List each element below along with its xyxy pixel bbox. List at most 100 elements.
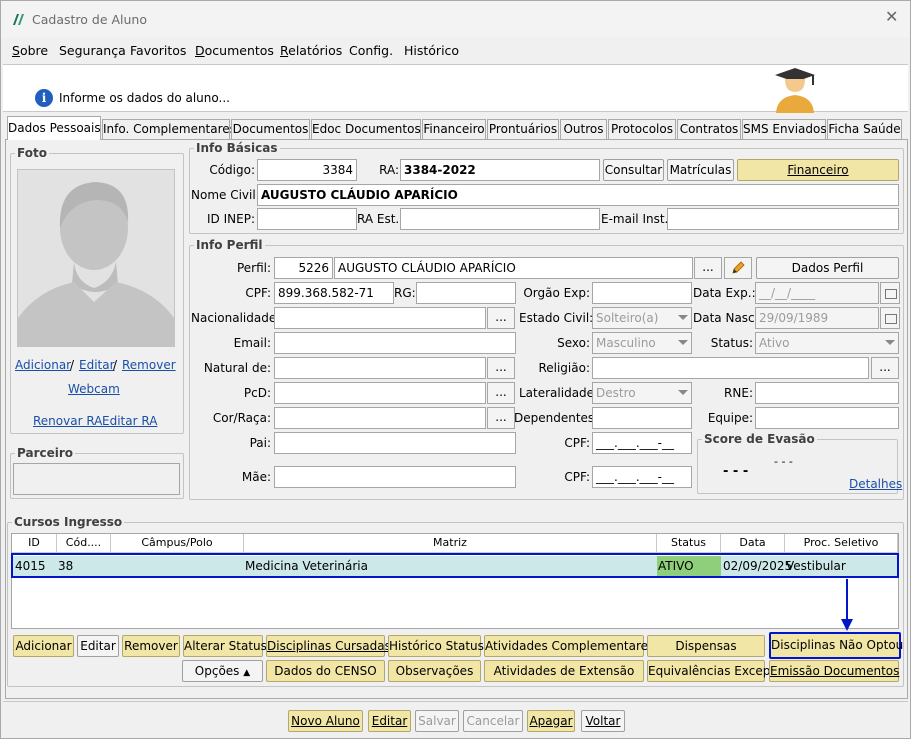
cor-raca-lookup-button[interactable]: ... [487,407,515,429]
tab-sms-enviados[interactable]: SMS Enviados [742,119,827,139]
religiao-lookup-button[interactable]: ... [871,357,899,379]
emissao-documentos-button[interactable]: Emissão Documentos [769,660,899,682]
disciplinas-nao-optou-button[interactable]: Disciplinas Não Optou [769,632,903,659]
status-select[interactable]: Ativo [755,332,899,354]
rg-field[interactable] [416,282,516,304]
tab-dados-pessoais[interactable]: Dados Pessoais [7,116,101,140]
data-exp-field[interactable]: __/__/____ [755,282,879,304]
voltar-button[interactable]: Voltar [581,710,625,732]
nacionalidade-lookup-button[interactable]: ... [487,307,515,329]
tab-ficha-saude[interactable]: Ficha Saúde [827,119,902,139]
curso-remover-button[interactable]: Remover [122,635,180,657]
email-field[interactable] [274,332,516,354]
perfil-lookup-button[interactable]: ... [694,257,722,279]
perfil-nome-field[interactable]: AUGUSTO CLÁUDIO APARÍCIO [334,257,693,279]
nome-field[interactable]: AUGUSTO CLÁUDIO APARÍCIO [257,184,899,206]
sexo-select[interactable]: Masculino [592,332,692,354]
opcoes-button[interactable]: Opções ▲ [182,660,263,682]
perfil-edit-button[interactable] [724,257,752,279]
dispensas-button[interactable]: Dispensas [647,635,765,657]
cor-raca-field[interactable] [274,407,486,429]
foto-adicionar-link[interactable]: Adicionar [15,358,71,372]
cpf-field[interactable]: 899.368.582-71 [274,282,394,304]
religiao-field[interactable] [592,357,869,379]
dados-censo-button[interactable]: Dados do CENSO [266,660,385,682]
col-status[interactable]: Status [657,534,721,553]
editar-ra-link[interactable]: Editar RA [102,414,157,428]
nacionalidade-field[interactable] [274,307,486,329]
estado-civil-select[interactable]: Solteiro(a) [592,307,692,329]
cpf-mae-field[interactable]: ___.___.___-__ [592,466,692,488]
inep-field[interactable] [257,208,357,230]
tab-protocolos[interactable]: Protocolos [608,119,676,139]
col-matriz[interactable]: Matriz [244,534,657,553]
equipe-field[interactable] [755,407,899,429]
pcd-field[interactable] [274,382,486,404]
apagar-button[interactable]: Apagar [527,710,575,732]
financeiro-button[interactable]: Financeiro [737,159,899,181]
menu-seguranca[interactable]: Segurança [59,43,126,58]
menu-historico[interactable]: Histórico [404,43,459,58]
atividades-complementares-button[interactable]: Atividades Complementares [484,635,654,657]
parceiro-field[interactable] [13,463,180,495]
equivalencias-excep-button[interactable]: Equivalências Excep. [647,660,774,682]
tab-contratos[interactable]: Contratos [677,119,741,139]
ra-field[interactable]: 3384-2022 [400,159,600,181]
rne-field[interactable] [755,382,899,404]
salvar-button[interactable]: Salvar [415,710,459,732]
foto-remover-link[interactable]: Remover [122,358,176,372]
consultar-button[interactable]: Consultar [603,159,664,181]
email-label: Email: [233,336,271,350]
menu-relatorios[interactable]: Relatórios [280,43,342,58]
novo-aluno-button[interactable]: Novo Aluno [288,710,363,732]
email-inst-field[interactable] [667,208,899,230]
cancelar-button[interactable]: Cancelar [463,710,523,732]
pcd-lookup-button[interactable]: ... [487,382,515,404]
natural-field[interactable] [274,357,486,379]
curso-editar-button[interactable]: Editar [77,635,119,657]
mae-field[interactable] [274,466,516,488]
score-sub-value: - - - [774,455,793,468]
dados-perfil-button[interactable]: Dados Perfil [756,257,899,279]
webcam-link[interactable]: Webcam [68,382,120,396]
pai-field[interactable] [274,432,516,454]
tab-edoc-documentos[interactable]: Edoc Documentos [311,119,421,139]
col-proc-seletivo[interactable]: Proc. Seletivo [785,534,898,553]
tab-documentos[interactable]: Documentos [231,119,310,139]
orgao-field[interactable] [592,282,692,304]
col-id[interactable]: ID [12,534,57,553]
disciplinas-cursadas-button[interactable]: Disciplinas Cursadas [266,635,391,657]
renovar-ra-link[interactable]: Renovar RA [33,414,102,428]
tab-outros[interactable]: Outros [560,119,607,139]
col-data[interactable]: Data [721,534,785,553]
alterar-status-button[interactable]: Alterar Status [183,635,267,657]
editar-button[interactable]: Editar [368,710,411,732]
menu-sobre[interactable]: Sobre [12,43,48,58]
natural-lookup-button[interactable]: ... [487,357,515,379]
matriculas-button[interactable]: Matrículas [667,159,734,181]
tab-prontuarios[interactable]: Prontuários [487,119,559,139]
data-exp-calendar-icon[interactable] [880,282,900,304]
data-nasc-calendar-icon[interactable] [880,307,900,329]
perfil-id-field[interactable]: 5226 [274,257,333,279]
col-campus[interactable]: Câmpus/Polo [111,534,244,553]
col-cod[interactable]: Cód.... [57,534,111,553]
tab-info-complementares[interactable]: Info. Complementares [102,119,236,139]
tab-financeiro[interactable]: Financeiro [422,119,486,139]
menu-config[interactable]: Config. [349,43,393,58]
menu-documentos[interactable]: Documentos [195,43,274,58]
codigo-field[interactable]: 3384 [257,159,357,181]
detalhes-link[interactable]: Detalhes [849,477,902,491]
menu-favoritos[interactable]: Favoritos [130,43,186,58]
observacoes-button[interactable]: Observações [388,660,481,682]
data-nasc-field[interactable]: 29/09/1989 [755,307,879,329]
cpf-pai-field[interactable]: ___.___.___-__ [592,432,692,454]
dependentes-field[interactable] [592,407,692,429]
lateralidade-select[interactable]: Destro [592,382,692,404]
foto-editar-link[interactable]: Editar [79,358,115,372]
atividades-extensao-button[interactable]: Atividades de Extensão [484,660,644,682]
curso-adicionar-button[interactable]: Adicionar [13,635,74,657]
historico-status-button[interactable]: Histórico Status [388,635,484,657]
close-icon[interactable]: ✕ [885,9,898,25]
ra-est-field[interactable] [400,208,600,230]
